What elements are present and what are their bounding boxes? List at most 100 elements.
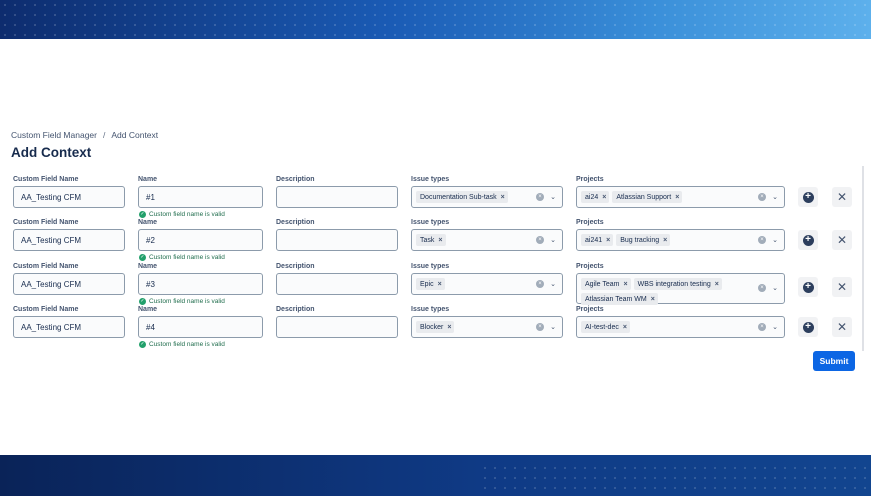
name-value: #1 (146, 192, 155, 202)
chevron-down-icon[interactable]: ⌄ (772, 193, 778, 201)
banner-dots (480, 463, 871, 496)
custom-field-name-label: Custom Field Name (13, 219, 79, 226)
issue-types-select[interactable]: Documentation Sub-task × × ⌄ (411, 186, 563, 208)
validation-message: ✓ Custom field name is valid (139, 298, 225, 305)
issue-types-select[interactable]: Epic × × ⌄ (411, 273, 563, 295)
issue-types-label: Issue types (411, 306, 450, 313)
projects-select[interactable]: ai24 × Atlassian Support × × ⌄ (576, 186, 785, 208)
validation-message: ✓ Custom field name is valid (139, 254, 225, 261)
description-label: Description (276, 219, 315, 226)
description-input[interactable] (276, 186, 398, 208)
tag-label: Documentation Sub-task (420, 193, 497, 201)
plus-icon: + (802, 281, 814, 293)
clear-icon[interactable]: × (536, 280, 544, 288)
issue-types-select[interactable]: Task × × ⌄ (411, 229, 563, 251)
plus-icon: + (802, 234, 814, 246)
custom-field-name-value: AA_Testing CFM (21, 322, 82, 332)
clear-icon[interactable]: × (758, 193, 766, 201)
delete-row-button[interactable]: ✕ (832, 317, 852, 337)
chevron-down-icon[interactable]: ⌄ (550, 280, 556, 288)
tag-label: Bug tracking (620, 236, 660, 244)
projects-label: Projects (576, 263, 604, 270)
issue-type-tag: Blocker × (416, 321, 455, 333)
remove-tag-icon[interactable]: × (501, 194, 505, 201)
submit-button[interactable]: Submit (813, 351, 855, 371)
custom-field-name-value: AA_Testing CFM (21, 235, 82, 245)
description-input[interactable] (276, 316, 398, 338)
add-row-button[interactable]: + (798, 277, 818, 297)
remove-tag-icon[interactable]: × (675, 194, 679, 201)
issue-types-select[interactable]: Blocker × × ⌄ (411, 316, 563, 338)
remove-tag-icon[interactable]: × (438, 237, 442, 244)
remove-tag-icon[interactable]: × (715, 281, 719, 288)
chevron-down-icon[interactable]: ⌄ (550, 193, 556, 201)
projects-select[interactable]: AI-test-dec × × ⌄ (576, 316, 785, 338)
remove-tag-icon[interactable]: × (663, 237, 667, 244)
description-input[interactable] (276, 229, 398, 251)
close-icon: ✕ (836, 320, 848, 334)
custom-field-name-input[interactable]: AA_Testing CFM (13, 229, 125, 251)
name-input[interactable]: #3 (138, 273, 263, 295)
chevron-down-icon[interactable]: ⌄ (550, 323, 556, 331)
custom-field-name-input[interactable]: AA_Testing CFM (13, 316, 125, 338)
add-row-button[interactable]: + (798, 317, 818, 337)
custom-field-name-input[interactable]: AA_Testing CFM (13, 186, 125, 208)
validation-text: Custom field name is valid (149, 341, 225, 348)
bottom-banner (0, 455, 871, 496)
delete-row-button[interactable]: ✕ (832, 277, 852, 297)
tag-label: Blocker (420, 323, 444, 331)
plus-icon: + (802, 191, 814, 203)
remove-tag-icon[interactable]: × (447, 324, 451, 331)
breadcrumb-separator: / (102, 130, 106, 140)
check-icon: ✓ (139, 211, 146, 218)
context-row: Custom Field Name Name Description Issue ty… (0, 219, 871, 261)
name-input[interactable]: #4 (138, 316, 263, 338)
custom-field-name-label: Custom Field Name (13, 306, 79, 313)
chevron-down-icon[interactable]: ⌄ (772, 323, 778, 331)
project-tag: Atlassian Support × (612, 191, 683, 203)
description-label: Description (276, 176, 315, 183)
name-value: #2 (146, 235, 155, 245)
delete-row-button[interactable]: ✕ (832, 187, 852, 207)
breadcrumb-parent-link[interactable]: Custom Field Manager (11, 130, 97, 140)
project-tag: ai241 × (581, 234, 614, 246)
name-input[interactable]: #2 (138, 229, 263, 251)
chevron-down-icon[interactable]: ⌄ (772, 284, 778, 292)
clear-icon[interactable]: × (536, 323, 544, 331)
remove-tag-icon[interactable]: × (624, 281, 628, 288)
remove-tag-icon[interactable]: × (623, 324, 627, 331)
projects-select[interactable]: Agile Team × WBS integration testing × Atlas… (576, 273, 785, 305)
name-input[interactable]: #1 (138, 186, 263, 208)
custom-field-name-value: AA_Testing CFM (21, 279, 82, 289)
add-row-button[interactable]: + (798, 230, 818, 250)
scrollbar[interactable] (862, 166, 864, 351)
projects-select[interactable]: ai241 × Bug tracking × × ⌄ (576, 229, 785, 251)
remove-tag-icon[interactable]: × (438, 281, 442, 288)
remove-tag-icon[interactable]: × (651, 296, 655, 303)
name-label: Name (138, 219, 158, 226)
chevron-down-icon[interactable]: ⌄ (550, 236, 556, 244)
project-tag: Agile Team × (581, 278, 631, 290)
name-label: Name (138, 263, 158, 270)
chevron-down-icon[interactable]: ⌄ (772, 236, 778, 244)
tag-label: Atlassian Support (616, 193, 672, 201)
description-input[interactable] (276, 273, 398, 295)
description-label: Description (276, 263, 315, 270)
tag-label: Epic (420, 280, 434, 288)
plus-icon: + (802, 321, 814, 333)
clear-icon[interactable]: × (758, 284, 766, 292)
project-tag: AI-test-dec × (581, 321, 630, 333)
custom-field-name-input[interactable]: AA_Testing CFM (13, 273, 125, 295)
clear-icon[interactable]: × (536, 193, 544, 201)
add-row-button[interactable]: + (798, 187, 818, 207)
projects-label: Projects (576, 306, 604, 313)
description-label: Description (276, 306, 315, 313)
clear-icon[interactable]: × (536, 236, 544, 244)
delete-row-button[interactable]: ✕ (832, 230, 852, 250)
clear-icon[interactable]: × (758, 236, 766, 244)
remove-tag-icon[interactable]: × (602, 194, 606, 201)
check-icon: ✓ (139, 341, 146, 348)
tag-label: ai24 (585, 193, 599, 201)
remove-tag-icon[interactable]: × (606, 237, 610, 244)
clear-icon[interactable]: × (758, 323, 766, 331)
